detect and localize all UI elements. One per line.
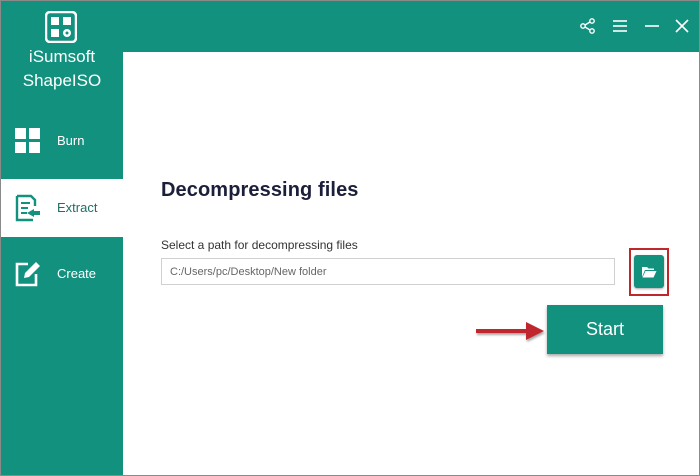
page-title: Decompressing files: [161, 179, 359, 201]
sidebar: iSumsoft ShapeISO Burn Extract Create: [1, 1, 123, 475]
sidebar-item-create[interactable]: Create: [1, 245, 123, 303]
app-name: iSumsoft ShapeISO: [1, 45, 123, 93]
sidebar-item-label: Burn: [57, 133, 85, 148]
sidebar-item-extract[interactable]: Extract: [1, 179, 123, 237]
arrow-pointer-icon: [476, 322, 544, 340]
menu-icon[interactable]: [609, 15, 631, 37]
app-window: iSumsoft ShapeISO Burn Extract Create De…: [0, 0, 700, 476]
share-icon[interactable]: [577, 15, 599, 37]
close-icon[interactable]: [671, 15, 693, 37]
main-panel: Decompressing files Select a path for de…: [123, 52, 699, 475]
sidebar-item-burn[interactable]: Burn: [1, 112, 123, 170]
sidebar-item-label: Extract: [57, 200, 98, 215]
minimize-icon[interactable]: [641, 15, 663, 37]
sidebar-item-label: Create: [57, 266, 97, 281]
app-logo-icon: [45, 11, 77, 43]
folder-open-icon: [642, 266, 657, 277]
edit-icon: [15, 262, 40, 287]
app-name-line2: ShapeISO: [22, 71, 102, 90]
path-input[interactable]: [161, 258, 615, 285]
app-name-line1: iSumsoft: [28, 47, 96, 66]
title-bar: [123, 1, 699, 52]
extract-icon: [15, 194, 40, 222]
browse-button[interactable]: [634, 255, 664, 288]
path-label: Select a path for decompressing files: [161, 238, 358, 252]
grid-icon: [15, 128, 40, 153]
start-button[interactable]: Start: [547, 305, 663, 354]
